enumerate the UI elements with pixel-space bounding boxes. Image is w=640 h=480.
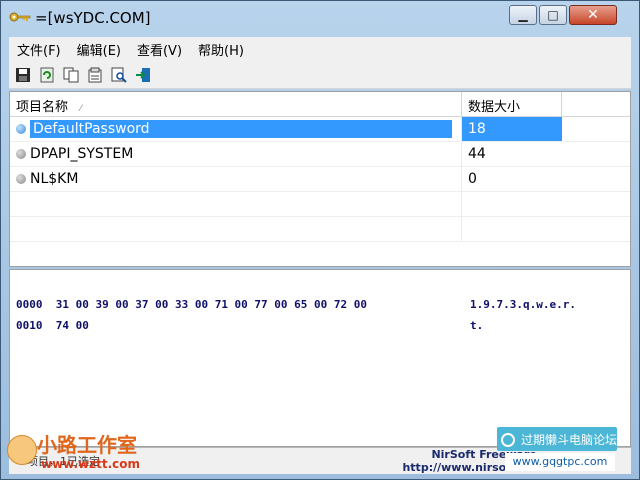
watermark-logo: 小路工作室 www.wztt.com [1, 429, 161, 479]
list-item[interactable]: DPAPI_SYSTEM 44 [10, 142, 630, 167]
maximize-button[interactable]: □ [539, 5, 567, 25]
maximize-icon: □ [547, 8, 559, 22]
exit-icon [136, 67, 150, 82]
copy-icon [63, 67, 79, 82]
item-status-icon [16, 149, 26, 159]
close-button[interactable]: ✕ [569, 5, 617, 25]
hex-offset: 0010 [16, 319, 43, 332]
exit-button[interactable] [133, 65, 153, 85]
menu-bar: 文件(F) 编辑(E) 查看(V) 帮助(H) [9, 37, 631, 61]
watermark-badge: 过期懒斗电脑论坛 www.gqgtpc.com [497, 425, 617, 473]
logo-title: 小路工作室 [37, 433, 137, 457]
item-status-icon [16, 124, 26, 134]
close-icon: ✕ [587, 7, 599, 23]
badge-title: 过期懒斗电脑论坛 [521, 432, 618, 447]
column-header-size[interactable]: 数据大小 [462, 92, 562, 116]
items-list[interactable]: 项目名称 ⁄ 数据大小 DefaultPassword 18 DPAPI_SYST… [9, 91, 631, 267]
logo-url: www.wztt.com [41, 457, 141, 471]
badge-title-bar: 过期懒斗电脑论坛 [497, 427, 617, 451]
minimize-button[interactable]: ▁ [509, 5, 537, 25]
title-bar[interactable]: =[wsYDC.COM] ▁ □ ✕ [1, 1, 639, 35]
properties-icon [88, 67, 102, 82]
hex-bytes: 74 00 [55, 319, 89, 332]
window-title: =[wsYDC.COM] [35, 9, 151, 27]
item-size: 44 [468, 146, 486, 162]
find-button[interactable] [109, 65, 129, 85]
properties-button[interactable] [85, 65, 105, 85]
badge-url: www.gqgtpc.com [505, 453, 615, 471]
menu-edit[interactable]: 编辑(E) [69, 40, 129, 59]
hex-line: 0010 74 00 [16, 319, 89, 332]
item-status-icon [16, 174, 26, 184]
empty-row [10, 217, 630, 242]
refresh-button[interactable] [37, 65, 57, 85]
item-size: 0 [468, 171, 477, 187]
list-item[interactable]: DefaultPassword 18 [10, 117, 630, 142]
minimize-icon: ▁ [518, 8, 528, 22]
find-icon [111, 67, 127, 83]
key-icon [9, 12, 31, 22]
toolbar [9, 61, 631, 89]
menu-file[interactable]: 文件(F) [9, 40, 69, 59]
sort-arrow-icon: ⁄ [80, 104, 82, 114]
refresh-icon [40, 67, 54, 82]
hex-line: 0000 31 00 39 00 37 00 33 00 71 00 77 00… [16, 298, 367, 311]
column-header-filler [562, 92, 630, 116]
menu-help[interactable]: 帮助(H) [190, 40, 252, 59]
column-header-name[interactable]: 项目名称 ⁄ [10, 92, 462, 116]
mascot-icon [7, 435, 37, 465]
hex-ascii: t. [470, 319, 484, 332]
empty-row [10, 192, 630, 217]
item-name: NL$KM [30, 171, 79, 187]
app-window: =[wsYDC.COM] ▁ □ ✕ 文件(F) 编辑(E) 查看(V) 帮助(… [0, 0, 640, 480]
copy-button[interactable] [61, 65, 81, 85]
item-size: 18 [462, 117, 562, 141]
save-icon [16, 67, 30, 82]
hex-ascii: 1.9.7.3.q.w.e.r. [470, 298, 576, 311]
hex-offset: 0000 [16, 298, 43, 311]
hex-dump-pane[interactable]: 0000 31 00 39 00 37 00 33 00 71 00 77 00… [9, 269, 631, 447]
hex-bytes: 31 00 39 00 37 00 33 00 71 00 77 00 65 0… [55, 298, 368, 311]
item-name: DPAPI_SYSTEM [30, 146, 134, 162]
item-name: DefaultPassword [30, 120, 452, 138]
list-item[interactable]: NL$KM 0 [10, 167, 630, 192]
list-header: 项目名称 ⁄ 数据大小 [10, 92, 630, 117]
save-button[interactable] [13, 65, 33, 85]
menu-view[interactable]: 查看(V) [129, 40, 190, 59]
badge-logo-icon [501, 433, 515, 447]
